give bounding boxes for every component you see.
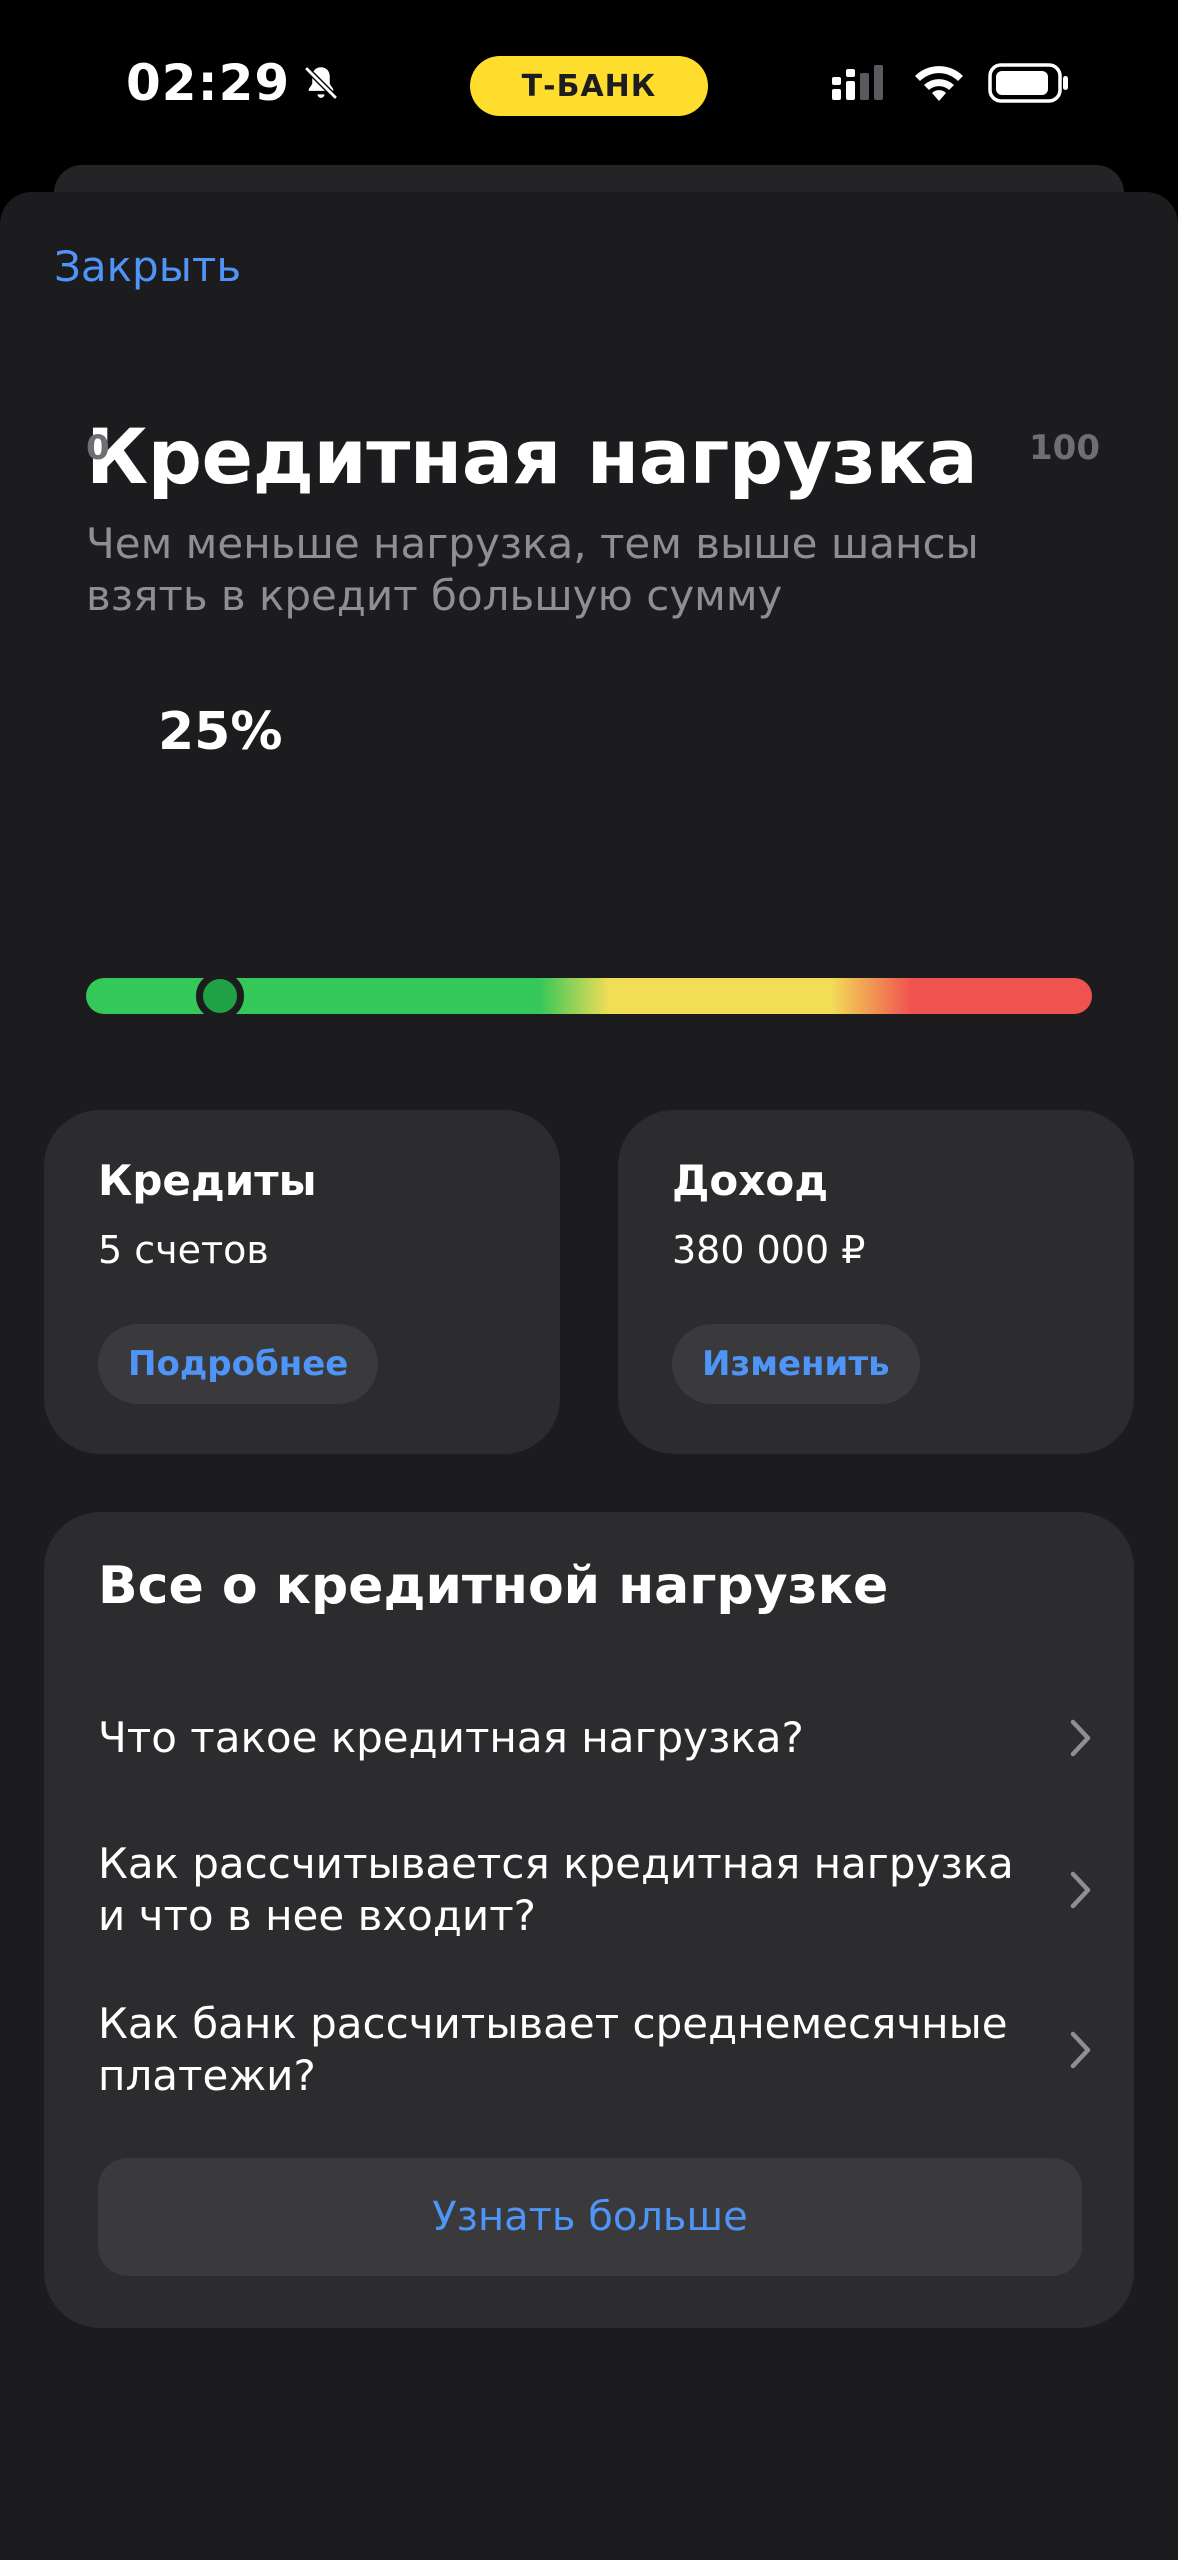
status-icons [830,62,1070,104]
status-time: 02:29 [126,54,342,112]
credits-card[interactable]: Кредиты 5 счетов Подробнее [44,1110,560,1454]
page-title: Кредитная нагрузка [86,412,978,501]
change-income-button[interactable]: Изменить [672,1324,920,1404]
credits-card-title: Кредиты [98,1156,317,1205]
page-subtitle: Чем меньше нагрузка, тем выше шансы взят… [86,519,979,620]
faq-item-label: Что такое кредитная нагрузка? [98,1713,804,1762]
income-card-title: Доход [672,1156,829,1205]
chevron-right-icon [1070,1871,1091,1909]
bank-pill[interactable]: Т-БАНК [470,56,708,116]
status-bar: 02:29 Т-БАНК [0,0,1178,165]
faq-item-how-calculated[interactable]: Как рассчитывается кредитная нагрузка и … [98,1834,1098,1946]
bell-slash-icon [304,66,339,100]
credits-card-value: 5 счетов [98,1228,269,1272]
wifi-icon [915,66,963,101]
gauge-min-label: 0 [86,428,110,468]
screen: 02:29 Т-БАНК Закрыть Кредитная нагрузка … [0,0,1178,2560]
income-card[interactable]: Доход 380 000 ₽ Изменить [618,1110,1134,1454]
chevron-right-icon [1070,2031,1091,2069]
learn-more-button[interactable]: Узнать больше [98,2158,1082,2276]
bank-name: Т-БАНК [521,68,657,104]
faq-item-label: Как рассчитывается кредитная нагрузка и … [98,1839,1014,1940]
faq-item-label: Как банк рассчитывает среднемесячные пла… [98,1999,1008,2100]
income-card-value: 380 000 ₽ [672,1228,866,1272]
gauge-max-label: 100 [1029,428,1100,468]
faq-item-what-is[interactable]: Что такое кредитная нагрузка? [98,1688,1098,1788]
gauge-thumb [196,972,245,1020]
credit-load-info-section: Все о кредитной нагрузке Что такое креди… [44,1512,1134,2328]
chevron-right-icon [1070,1719,1091,1757]
status-time-text: 02:29 [126,54,291,112]
info-section-title: Все о кредитной нагрузке [98,1556,889,1616]
gauge-value-label: 25% [157,702,283,762]
battery-icon [988,63,1068,103]
credit-load-sheet: Закрыть Кредитная нагрузка Чем меньше на… [0,192,1178,2560]
signal-icon [832,65,883,100]
close-button[interactable]: Закрыть [54,242,241,291]
faq-item-monthly-payments[interactable]: Как банк рассчитывает среднемесячные пла… [98,1994,1098,2106]
details-button[interactable]: Подробнее [98,1324,379,1404]
